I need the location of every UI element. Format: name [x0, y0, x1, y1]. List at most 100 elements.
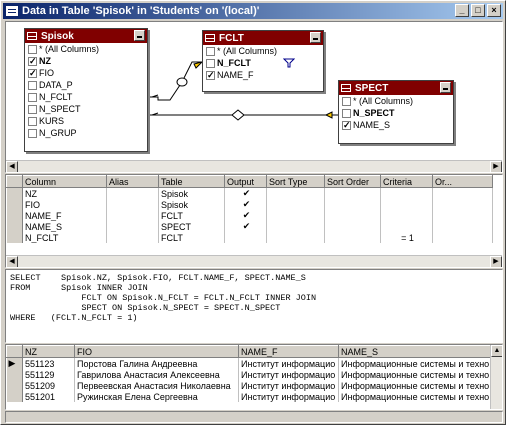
column-checkbox[interactable] — [342, 96, 351, 106]
grid-cell[interactable] — [324, 187, 381, 199]
minimize-table-button[interactable] — [134, 30, 145, 41]
scroll-left-arrow-icon[interactable]: ◀ — [6, 161, 18, 172]
grid-cell[interactable] — [106, 221, 159, 232]
grid-cell[interactable] — [266, 187, 325, 199]
grid-row[interactable]: NZ Spisok ✔ — [6, 187, 493, 199]
results-cell[interactable]: Информационные системы и техно — [338, 391, 491, 402]
grid-cell[interactable]: Spisok — [158, 187, 225, 199]
results-cell[interactable]: 551123 — [22, 357, 75, 369]
grid-cell[interactable] — [324, 210, 381, 221]
sql-text[interactable]: SELECT Spisok.NZ, Spisok.FIO, FCLT.NAME_… — [6, 270, 502, 326]
row-selector[interactable] — [6, 232, 23, 243]
column-checkbox[interactable]: ✓ — [28, 68, 37, 78]
grid-header-sort-order[interactable]: Sort Order — [324, 175, 381, 188]
minimize-table-button[interactable] — [310, 32, 321, 43]
row-selector[interactable] — [6, 199, 23, 210]
grid-header-table[interactable]: Table — [158, 175, 225, 188]
column-row[interactable]: ✓ NZ — [25, 55, 147, 67]
grid-cell[interactable]: NZ — [22, 187, 107, 199]
column-checkbox[interactable] — [28, 44, 37, 54]
column-checkbox[interactable] — [28, 80, 37, 90]
grid-cell[interactable]: FCLT — [158, 232, 225, 243]
minimize-table-button[interactable] — [440, 82, 451, 93]
results-cell[interactable]: Информационные системы и техно — [338, 357, 491, 369]
grid-header-sort-type[interactable]: Sort Type — [266, 175, 325, 188]
grid-row[interactable]: N_FCLT FCLT = 1 — [6, 232, 493, 243]
column-row[interactable]: N_SPECT — [25, 103, 147, 115]
results-header-nz[interactable]: NZ — [22, 345, 75, 358]
results-cell[interactable]: Институт информацио — [238, 380, 339, 391]
results-header-name-f[interactable]: NAME_F — [238, 345, 339, 358]
column-row[interactable]: KURS — [25, 115, 147, 127]
column-row[interactable]: * (All Columns) — [339, 95, 453, 107]
column-row[interactable]: ✓ NAME_S — [339, 119, 453, 131]
grid-header-or[interactable]: Or... — [432, 175, 493, 188]
grid-cell[interactable]: SPECT — [158, 221, 225, 232]
results-cell[interactable]: Гаврилова Анастасия Алексеевна — [74, 369, 239, 380]
table-box-spisok[interactable]: Spisok * (All Columns) ✓ NZ ✓ FIO DATA_P N… — [24, 28, 148, 152]
criteria-cell[interactable]: = 1 — [380, 232, 433, 243]
grid-cell[interactable] — [266, 199, 325, 210]
table-box-spect[interactable]: SPECT * (All Columns) N_SPECT ✓ NAME_S — [338, 80, 454, 144]
grid-cell[interactable] — [432, 187, 493, 199]
grid-horizontal-scrollbar[interactable]: ◀ ▶ — [6, 255, 502, 267]
grid-cell[interactable] — [432, 232, 493, 243]
grid-header-column[interactable]: Column — [22, 175, 107, 188]
results-cell[interactable]: Ружинская Елена Сергеевна — [74, 391, 239, 402]
column-checkbox[interactable] — [206, 46, 215, 56]
grid-row[interactable]: FIO Spisok ✔ — [6, 199, 493, 210]
maximize-button[interactable]: □ — [471, 4, 485, 17]
grid-header-criteria[interactable]: Criteria — [380, 175, 433, 188]
table-header-fclt[interactable]: FCLT — [203, 31, 323, 45]
current-row-marker-icon[interactable]: ▶ — [6, 357, 23, 369]
results-cell[interactable]: Институт информацио — [238, 369, 339, 380]
column-row[interactable]: N_SPECT — [339, 107, 453, 119]
results-cell[interactable]: 551209 — [22, 380, 75, 391]
results-cell[interactable]: 551129 — [22, 369, 75, 380]
grid-row[interactable]: NAME_F FCLT ✔ — [6, 210, 493, 221]
column-checkbox[interactable] — [28, 104, 37, 114]
grid-cell[interactable] — [106, 232, 159, 243]
grid-cell[interactable]: FIO — [22, 199, 107, 210]
sql-pane[interactable]: SELECT Spisok.NZ, Spisok.FIO, FCLT.NAME_… — [5, 269, 503, 343]
diagram-pane[interactable]: Spisok * (All Columns) ✓ NZ ✓ FIO DATA_P N… — [5, 21, 503, 173]
output-checkbox[interactable]: ✔ — [224, 221, 267, 232]
grid-cell[interactable] — [380, 199, 433, 210]
results-row[interactable]: 551129 Гаврилова Анастасия Алексеевна Инст… — [6, 369, 491, 380]
column-row[interactable]: N_FCLT — [25, 91, 147, 103]
grid-cell[interactable] — [266, 210, 325, 221]
results-cell[interactable]: Информационные системы и техно — [338, 380, 491, 391]
column-checkbox[interactable]: ✓ — [342, 120, 351, 130]
column-checkbox[interactable] — [28, 92, 37, 102]
grid-cell[interactable] — [324, 199, 381, 210]
output-checkbox[interactable] — [224, 232, 267, 243]
column-checkbox[interactable] — [342, 108, 351, 118]
column-row[interactable]: * (All Columns) — [203, 45, 323, 57]
grid-cell[interactable]: N_FCLT — [22, 232, 107, 243]
scroll-right-arrow-icon[interactable]: ▶ — [490, 256, 502, 267]
grid-cell[interactable] — [324, 232, 381, 243]
grid-cell[interactable] — [432, 221, 493, 232]
criteria-grid-pane[interactable]: Column Alias Table Output Sort Type Sort… — [5, 174, 503, 268]
grid-cell[interactable] — [432, 210, 493, 221]
results-cell[interactable]: Институт информацио — [238, 391, 339, 402]
close-button[interactable]: × — [487, 4, 501, 17]
column-checkbox[interactable]: ✓ — [206, 70, 215, 80]
row-selector[interactable] — [6, 380, 23, 391]
row-selector[interactable] — [6, 221, 23, 232]
column-row[interactable]: ✓ NAME_F — [203, 69, 323, 81]
row-selector[interactable] — [6, 369, 23, 380]
column-checkbox[interactable]: ✓ — [28, 56, 37, 66]
grid-header-output[interactable]: Output — [224, 175, 267, 188]
column-row[interactable]: ✓ FIO — [25, 67, 147, 79]
grid-cell[interactable] — [380, 210, 433, 221]
grid-row[interactable]: NAME_S SPECT ✔ — [6, 221, 493, 232]
results-cell[interactable]: 551201 — [22, 391, 75, 402]
grid-cell[interactable] — [380, 221, 433, 232]
grid-cell[interactable] — [380, 187, 433, 199]
column-row[interactable]: N_FCLT — [203, 57, 323, 69]
grid-cell[interactable] — [432, 199, 493, 210]
row-selector[interactable] — [6, 210, 23, 221]
row-selector[interactable] — [6, 391, 23, 402]
results-header-fio[interactable]: FIO — [74, 345, 239, 358]
